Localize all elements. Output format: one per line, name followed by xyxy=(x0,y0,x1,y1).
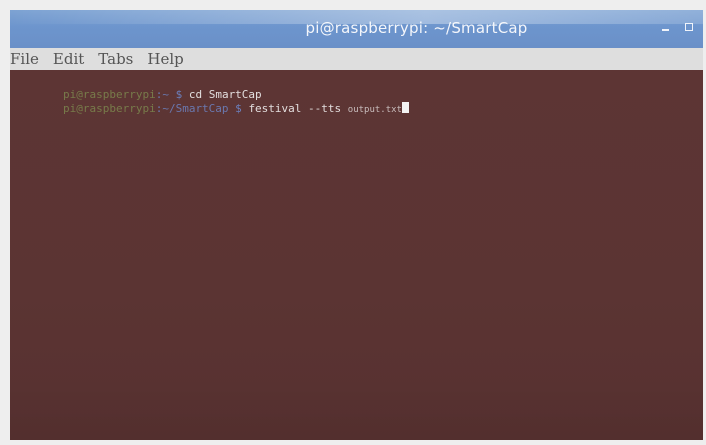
prompt-path: :~ xyxy=(155,88,169,101)
command-arg: output.txt xyxy=(347,105,402,115)
screen-shading xyxy=(10,380,703,440)
photo-frame: pi@raspberrypi: ~/SmartCap File Edit Tab… xyxy=(0,0,706,445)
prompt-symbol: $ xyxy=(228,102,249,115)
prompt-user: pi@raspberrypi xyxy=(62,88,156,101)
window-controls xyxy=(661,23,693,31)
prompt-path: :~/SmartCap xyxy=(155,102,229,115)
maximize-button[interactable] xyxy=(685,23,693,31)
title-bar[interactable]: pi@raspberrypi: ~/SmartCap xyxy=(10,10,703,48)
prompt-symbol: $ xyxy=(168,88,189,101)
terminal-window: pi@raspberrypi: ~/SmartCap File Edit Tab… xyxy=(10,10,703,440)
menu-tabs[interactable]: Tabs xyxy=(98,48,133,70)
terminal-output[interactable]: pi@raspberrypi:~ $ cd SmartCap pi@raspbe… xyxy=(10,70,703,440)
maximize-icon xyxy=(685,23,693,31)
menu-edit[interactable]: Edit xyxy=(53,48,84,70)
minimize-icon xyxy=(661,29,669,31)
command-text: festival --tts xyxy=(248,102,348,115)
minimize-button[interactable] xyxy=(661,23,669,31)
menu-bar: File Edit Tabs Help xyxy=(10,48,703,70)
prompt-user: pi@raspberrypi xyxy=(62,102,156,115)
terminal-line: pi@raspberrypi:~ $ cd SmartCap xyxy=(10,74,703,101)
menu-file[interactable]: File xyxy=(10,48,39,70)
command-text: cd SmartCap xyxy=(188,88,262,101)
text-cursor xyxy=(401,102,409,113)
menu-help[interactable]: Help xyxy=(147,48,183,70)
window-title: pi@raspberrypi: ~/SmartCap xyxy=(305,19,528,37)
